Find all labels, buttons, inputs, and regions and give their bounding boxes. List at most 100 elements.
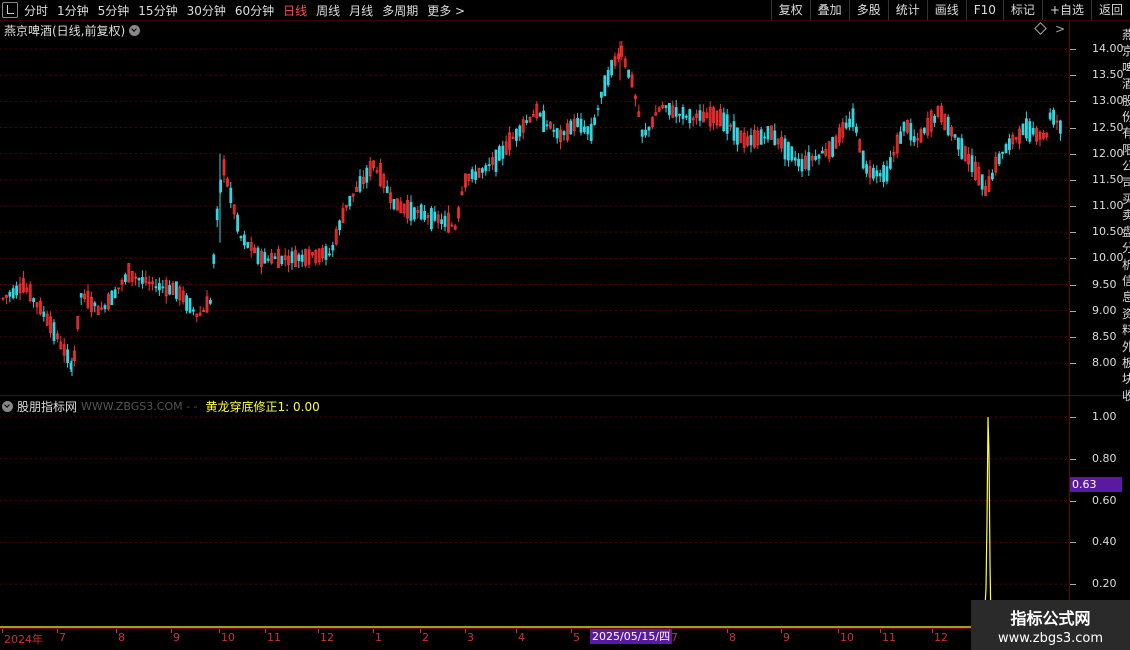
candle-body: [997, 153, 1001, 165]
price-tick: [1070, 179, 1076, 181]
stub-char: 板: [1122, 356, 1130, 370]
candle-body: [889, 157, 892, 169]
candle-body: [603, 75, 607, 97]
candle-body: [79, 293, 83, 298]
candle-body: [518, 125, 522, 137]
candle-body: [831, 137, 834, 157]
candle-body: [515, 128, 518, 141]
candle-body: [487, 164, 491, 167]
candle-body: [440, 219, 444, 225]
price-tick-label: 14.00: [1092, 42, 1124, 55]
candle-body: [385, 186, 389, 193]
date-tick: [571, 629, 572, 633]
candle-body: [797, 158, 800, 167]
candle-body: [110, 290, 114, 306]
candle-body: [545, 124, 549, 127]
date-tick-label: 7: [671, 631, 678, 644]
stub-char: 公: [1122, 159, 1130, 174]
date-tick-label: 10: [840, 631, 854, 644]
price-tick: [1070, 336, 1076, 338]
candle-body: [885, 166, 889, 182]
price-tick-label: 10.50: [1092, 225, 1124, 239]
candle-body: [821, 150, 824, 154]
candle-body: [923, 127, 926, 134]
indicator-tick-label: 0.20: [1092, 577, 1117, 591]
price-tick: [1070, 127, 1076, 129]
candle-body: [725, 114, 729, 134]
candle-body: [239, 235, 243, 239]
price-tick-label: 10.00: [1092, 251, 1124, 265]
chevron-down-icon[interactable]: [2, 401, 13, 412]
date-tick: [265, 629, 266, 633]
stub-char: 析: [1122, 257, 1130, 272]
date-tick: [465, 629, 466, 633]
date-tick: [171, 629, 172, 633]
candle-body: [640, 129, 644, 137]
stub-char: 啤: [1122, 60, 1130, 75]
candle-body: [8, 291, 12, 297]
candle-body: [263, 252, 267, 264]
candle-body: [878, 172, 882, 177]
date-tick-label: 9: [173, 631, 180, 644]
candle-body: [953, 134, 957, 138]
candle-body: [817, 154, 821, 159]
stub-char: 份: [1122, 110, 1130, 124]
candle-body: [960, 138, 964, 159]
candle-body: [586, 126, 590, 135]
price-tick: [1070, 75, 1076, 77]
date-tick-label: 2: [422, 631, 429, 644]
candle-body: [297, 254, 301, 262]
candle-body: [579, 118, 583, 133]
date-tick-label: 9: [783, 631, 790, 644]
date-tick-label: 5: [573, 631, 580, 644]
candle-body: [1059, 120, 1062, 134]
date-axis: 2024年 7 8 9 10 11 12 1 2 3 4 5 2025/05/15/四 7 8 9 10 11 12: [0, 629, 1070, 647]
candle-body: [787, 141, 790, 161]
candle-body: [242, 234, 246, 246]
candle-body: [668, 103, 671, 116]
candle-body: [807, 152, 811, 171]
candle-body: [596, 108, 600, 110]
candle-body: [409, 201, 413, 221]
candle-body: [674, 107, 678, 117]
candle-body: [957, 137, 960, 150]
candle-body: [793, 157, 797, 161]
candle-body: [124, 274, 127, 283]
candle-body: [174, 281, 178, 299]
candle-body: [688, 109, 692, 124]
indicator-name: 股朋指标网: [17, 400, 78, 414]
candle-body: [538, 112, 542, 117]
indicator-tick: [1070, 458, 1076, 460]
stub-char: 燕: [1122, 28, 1130, 42]
date-tick: [932, 629, 933, 633]
price-tick: [1070, 310, 1076, 312]
date-tick-label: 10: [221, 631, 235, 644]
candle-body: [562, 131, 566, 136]
date-tick-label: 12: [934, 631, 948, 644]
price-tick-label: 13.50: [1092, 68, 1124, 82]
candle-body: [480, 168, 484, 173]
candle-body: [875, 170, 879, 177]
date-tick-label: 11: [267, 631, 281, 644]
indicator-tick-label: 0.80: [1092, 451, 1117, 465]
stub-char: 股: [1122, 93, 1130, 108]
candle-body: [589, 123, 593, 141]
candle-body: [208, 299, 212, 304]
candle-body: [583, 126, 586, 133]
date-tick-label: 2024年: [4, 633, 43, 646]
candle-body: [912, 136, 916, 143]
candle-body: [627, 69, 630, 78]
candle-body: [1025, 118, 1028, 139]
candle-body: [280, 255, 284, 265]
candle-body: [606, 70, 610, 86]
candle-body: [324, 246, 328, 260]
candle-body: [848, 118, 851, 128]
candle-body: [851, 108, 855, 127]
panel-divider[interactable]: [0, 395, 1130, 396]
candle-body: [644, 129, 647, 136]
candle-body: [902, 121, 906, 132]
indicator-spike: [983, 416, 992, 627]
price-tick: [1070, 101, 1076, 103]
kline-chart[interactable]: [0, 0, 1130, 650]
price-tick-label: 12.00: [1092, 146, 1124, 160]
